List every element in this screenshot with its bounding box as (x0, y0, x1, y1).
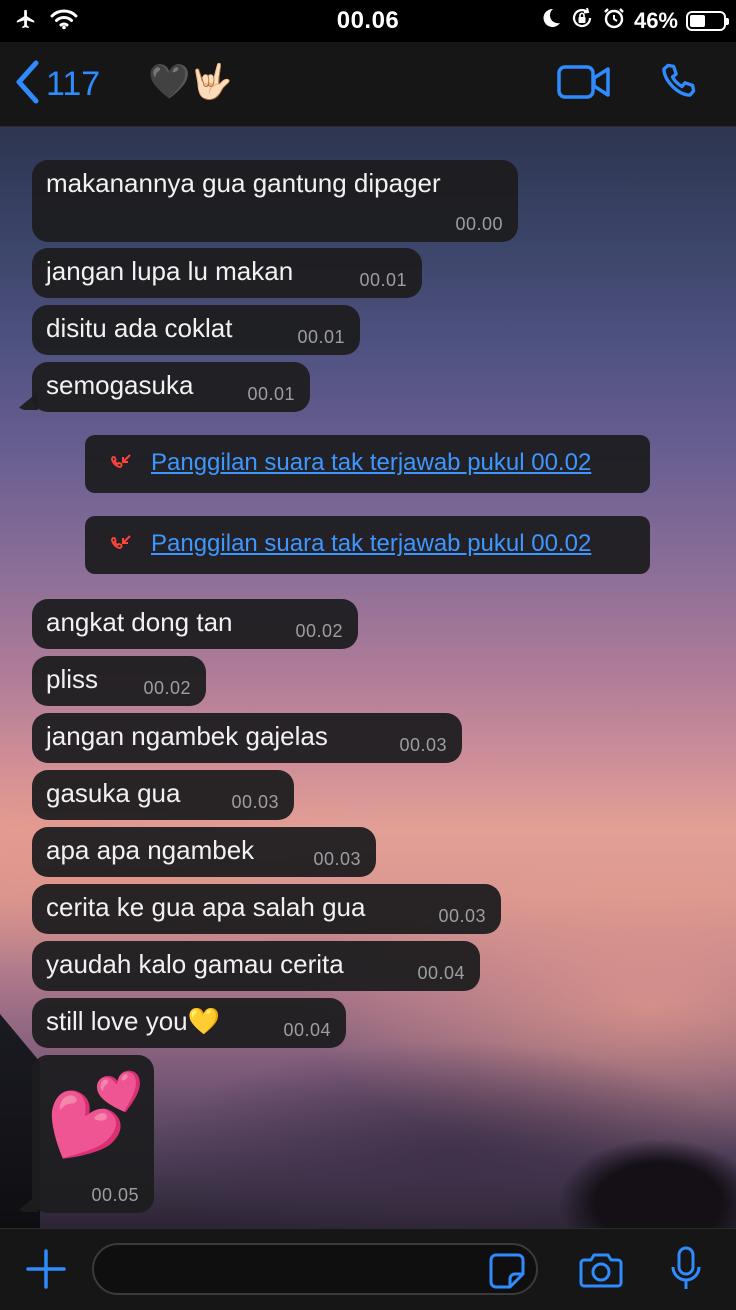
emoji-message: 💕 (46, 1070, 146, 1159)
message-text: makanannya gua gantung dipager (46, 168, 441, 198)
message-time: 00.03 (399, 735, 447, 755)
message-text: disitu ada coklat (46, 313, 233, 343)
microphone-button[interactable] (670, 1245, 702, 1298)
message-bubble[interactable]: semogasuka 00.01 (32, 362, 310, 412)
message-text: jangan lupa lu makan (46, 256, 294, 286)
do-not-disturb-icon (540, 7, 562, 34)
unread-count: 117 (46, 65, 101, 103)
missed-call-link[interactable]: Panggilan suara tak terjawab pukul 00.02 (151, 530, 591, 558)
camera-icon (579, 1253, 623, 1288)
message-text: angkat dong tan (46, 607, 233, 637)
message-bubble[interactable]: jangan ngambek gajelas 00.03 (32, 713, 462, 763)
battery-icon (686, 10, 729, 31)
missed-call-icon (109, 451, 135, 480)
status-bar: 00.06 46% (0, 0, 736, 42)
message-bubble[interactable]: still love you💛 00.04 (32, 998, 346, 1048)
missed-call-icon (109, 532, 135, 561)
message-bubble[interactable]: pliss 00.02 (32, 656, 206, 706)
message-time: 00.04 (283, 1020, 331, 1040)
sticker-button[interactable] (488, 1252, 526, 1295)
microphone-icon (671, 1246, 701, 1289)
message-text: cerita ke gua apa salah gua (46, 892, 366, 922)
message-time: 00.03 (231, 792, 279, 812)
chevron-left-icon (14, 60, 40, 109)
message-time: 00.02 (295, 621, 343, 641)
alarm-icon (602, 6, 626, 35)
message-input-bar (0, 1228, 736, 1310)
missed-call-notice[interactable]: Panggilan suara tak terjawab pukul 00.02 (85, 435, 650, 493)
sticker-icon (489, 1253, 525, 1289)
video-call-button[interactable] (556, 62, 612, 107)
message-bubble[interactable]: apa apa ngambek 00.03 (32, 827, 376, 877)
message-time: 00.03 (438, 906, 486, 926)
message-text: pliss (46, 664, 99, 694)
message-time: 00.03 (313, 849, 361, 869)
message-text: apa apa ngambek (46, 835, 255, 865)
phone-icon (662, 63, 696, 97)
battery-percentage: 46% (633, 7, 678, 33)
message-bubble[interactable]: gasuka gua 00.03 (32, 770, 294, 820)
message-bubble[interactable]: angkat dong tan 00.02 (32, 599, 358, 649)
message-time: 00.01 (359, 270, 407, 290)
message-bubble[interactable]: makanannya gua gantung dipager 00.00 (32, 160, 518, 242)
wallpaper-tree (560, 1140, 736, 1230)
message-time: 00.04 (417, 963, 465, 983)
message-time: 00.01 (297, 327, 345, 347)
missed-call-notice[interactable]: Panggilan suara tak terjawab pukul 00.02 (85, 516, 650, 574)
voice-call-button[interactable] (656, 58, 700, 109)
missed-call-link[interactable]: Panggilan suara tak terjawab pukul 00.02 (151, 449, 591, 477)
add-attachment-button[interactable] (24, 1247, 68, 1296)
chat-header: 117 🖤🤟🏻 (0, 42, 736, 127)
message-text: still love you💛 (46, 1006, 220, 1036)
message-text: yaudah kalo gamau cerita (46, 949, 344, 979)
message-bubble[interactable]: yaudah kalo gamau cerita 00.04 (32, 941, 480, 991)
video-camera-icon (557, 65, 610, 99)
message-text: semogasuka (46, 370, 194, 400)
message-bubble[interactable]: jangan lupa lu makan 00.01 (32, 248, 422, 298)
contact-name[interactable]: 🖤🤟🏻 (148, 62, 233, 102)
message-bubble[interactable]: disitu ada coklat 00.01 (32, 305, 360, 355)
message-bubble[interactable]: cerita ke gua apa salah gua 00.03 (32, 884, 501, 934)
message-text: gasuka gua (46, 778, 181, 808)
message-time: 00.05 (91, 1185, 139, 1205)
message-time: 00.00 (455, 214, 503, 234)
emoji-message-bubble[interactable]: 💕 00.05 (32, 1055, 154, 1213)
message-time: 00.01 (247, 384, 295, 404)
message-text: jangan ngambek gajelas (46, 721, 328, 751)
orientation-lock-icon (570, 6, 594, 35)
back-button[interactable]: 117 (14, 60, 100, 109)
message-time: 00.02 (143, 678, 191, 698)
camera-button[interactable] (578, 1251, 624, 1294)
plus-icon (26, 1249, 66, 1289)
message-input[interactable] (92, 1243, 538, 1295)
